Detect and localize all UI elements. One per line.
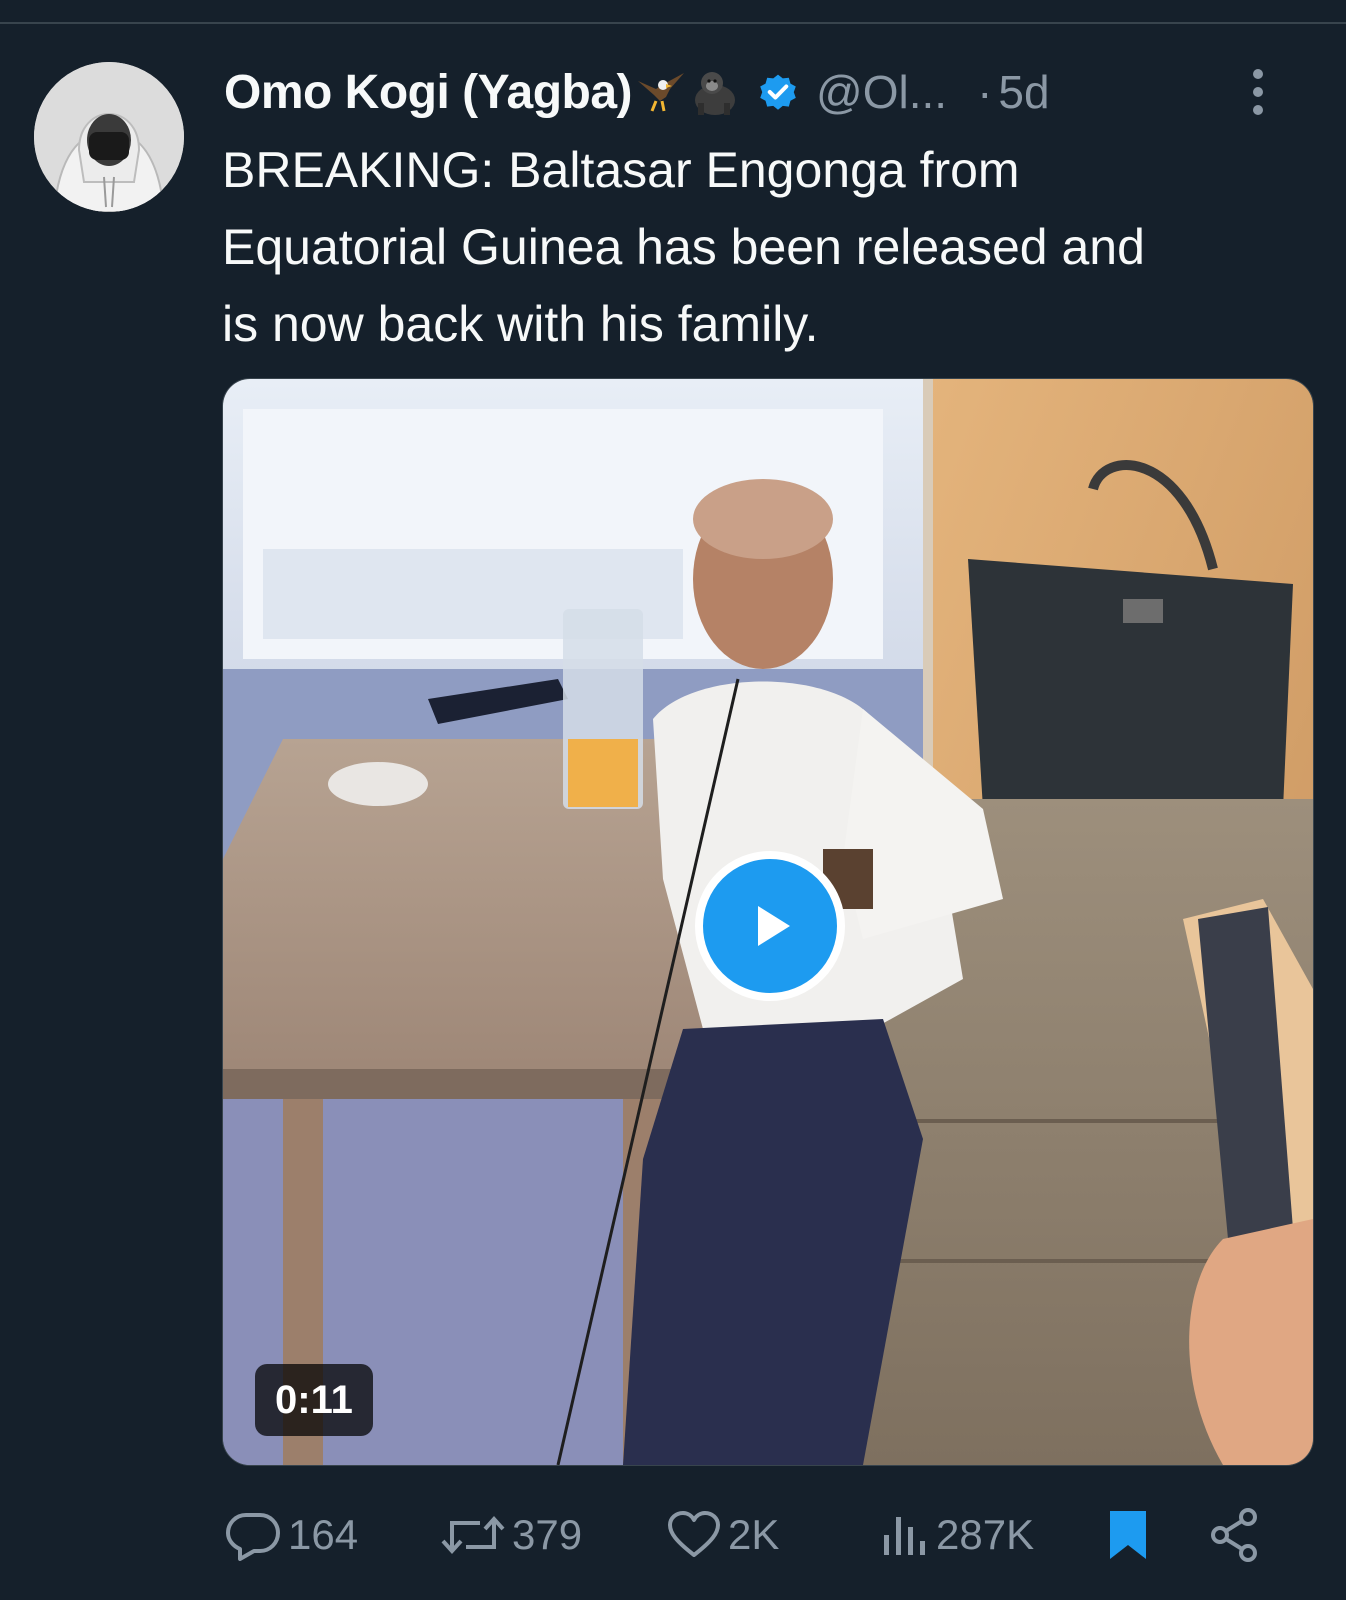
reply-count: 164	[288, 1511, 359, 1558]
like-icon	[668, 1511, 720, 1557]
repost-count: 379	[512, 1511, 583, 1558]
tweet[interactable]: Omo Kogi (Yagba) @Ol... · 5d BREAKING: B…	[0, 0, 1346, 1600]
bookmark-icon	[1110, 1511, 1146, 1559]
tweet-text-line: is now back with his family.	[222, 296, 819, 352]
gorilla-emoji	[690, 67, 740, 117]
like-button[interactable]: 2K	[666, 1498, 779, 1572]
more-icon[interactable]	[1246, 66, 1270, 118]
repost-button[interactable]: 379	[440, 1498, 582, 1572]
verified-badge-icon[interactable]	[756, 70, 800, 114]
tweet-text: BREAKING: Baltasar Engonga from Equatori…	[222, 132, 1312, 363]
tweet-text-line: Equatorial Guinea has been released and	[222, 219, 1145, 275]
tweet-header: Omo Kogi (Yagba) @Ol... · 5d	[224, 60, 1324, 124]
video-duration: 0:11	[255, 1364, 373, 1436]
action-bar: 164 379 2K 287K	[222, 1498, 1312, 1572]
eagle-emoji	[636, 67, 686, 117]
reply-button[interactable]: 164	[224, 1498, 358, 1572]
avatar-image	[34, 62, 184, 212]
separator-dot: ·	[977, 66, 993, 118]
display-name[interactable]: Omo Kogi (Yagba)	[224, 65, 633, 120]
views-button[interactable]: 287K	[880, 1498, 1034, 1572]
video-player[interactable]: 0:11	[222, 378, 1314, 1466]
play-button[interactable]	[695, 851, 845, 1001]
play-icon	[758, 906, 790, 946]
avatar[interactable]	[34, 62, 184, 212]
repost-icon	[441, 1516, 505, 1554]
bookmark-button[interactable]	[1106, 1498, 1156, 1572]
timestamp[interactable]: 5d	[998, 65, 1049, 119]
share-button[interactable]	[1208, 1498, 1268, 1572]
like-count: 2K	[728, 1511, 780, 1558]
reply-icon	[226, 1513, 280, 1561]
views-icon	[884, 1517, 925, 1555]
handle[interactable]: @Ol...	[816, 65, 947, 119]
views-count: 287K	[936, 1511, 1035, 1558]
tweet-text-line: BREAKING: Baltasar Engonga from	[222, 142, 1020, 198]
share-icon	[1211, 1508, 1257, 1562]
